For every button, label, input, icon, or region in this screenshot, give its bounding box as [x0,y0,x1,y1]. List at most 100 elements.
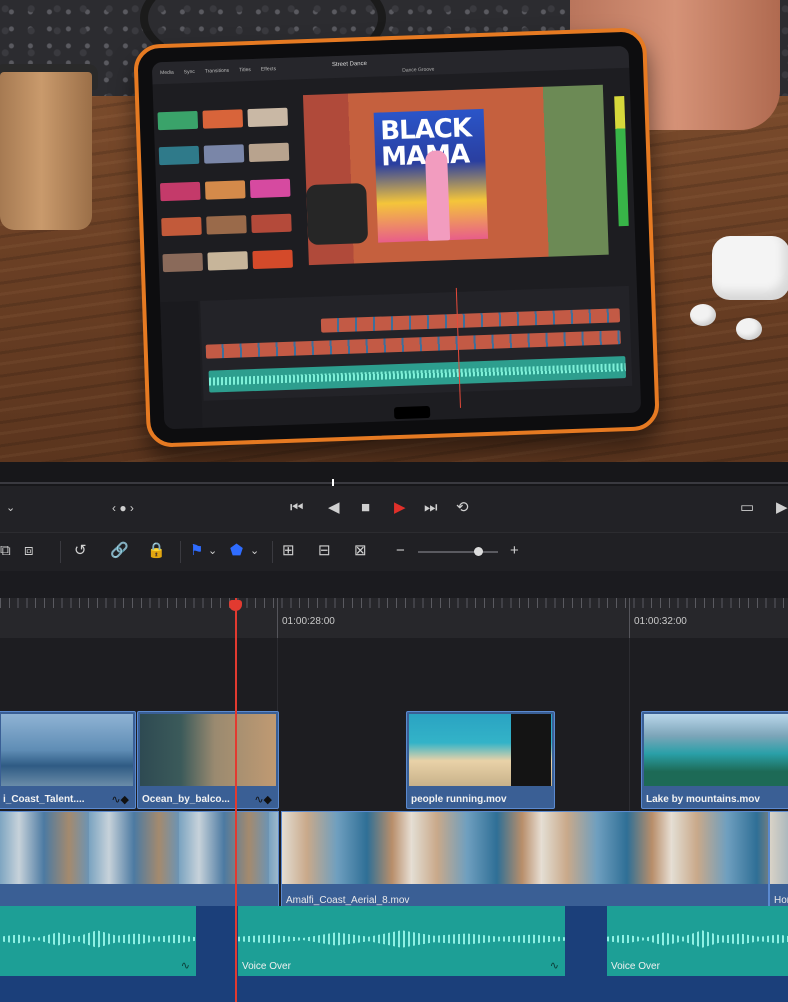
overwrite-clip-icon[interactable]: ⧈ [24,541,34,561]
clip-fx-icon: ∿◆ [254,794,272,806]
audio-clip[interactable]: ∿ [0,906,196,976]
stop-icon[interactable]: ■ [361,498,370,518]
ipad-clip-name: Dance Groove [402,66,435,74]
insert-clip-icon[interactable]: ⧉ [0,541,11,561]
media-thumb [162,252,204,272]
ruler-major-mark [629,598,630,638]
media-thumb [157,110,199,131]
video-clip[interactable]: Amalfi_Coast_Aerial_8.mov [281,811,769,909]
audio-waveform [0,930,196,948]
ipad-audio-meter [614,95,629,227]
timecode-ruler[interactable]: 01:00:28:00 01:00:32:00 [0,598,788,638]
snapping-icon[interactable]: ↺ [74,541,87,561]
zoom-slider-knob[interactable] [474,547,483,556]
marker-dropdown-icon[interactable]: ⌄ [250,541,259,561]
lock-icon[interactable]: 🔒 [147,541,166,561]
audio-clip[interactable]: Voice Over [607,906,788,976]
ipad-audio-clip [208,356,627,393]
zoom-detail-icon[interactable]: ⊟ [318,541,331,561]
viewer-dancer [424,150,451,241]
ipad-track-headers [160,300,203,430]
viewer-car [306,183,369,246]
loop-icon[interactable]: ⟲ [456,498,469,518]
media-thumb [206,215,247,235]
ipad-tab-media: Media [160,69,174,77]
ipad-video-clip [320,308,621,333]
clip-label: Hor [774,895,788,906]
clip-label: Voice Over [242,961,291,972]
scrub-track [0,482,788,484]
transport-controls: ⌄ ‹ ● › ⏮ ◀ ■ ▶ ⏭ ⟲ ▭ ▶ [0,486,788,532]
clip-label: Lake by mountains.mov [646,794,760,805]
media-thumb [249,178,291,198]
link-icon[interactable]: 🔗 [110,541,129,561]
playhead-line[interactable] [235,598,237,1002]
video-clip[interactable]: i_Coast_Talent.... ∿◆ [0,711,136,809]
clip-thumbnail-dark [511,714,551,786]
timeline-tracks: i_Coast_Talent.... ∿◆ Ocean_by_balco... … [0,638,788,1002]
video-clip[interactable]: Lake by mountains.mov [641,711,788,809]
fullscreen-icon[interactable]: ▭ [740,498,754,518]
marker-icon[interactable]: ⬟ [230,541,243,561]
video-clip[interactable]: people running.mov [406,711,555,809]
skip-to-end-icon[interactable]: ⏭ [424,498,438,518]
media-thumb [203,144,245,165]
zoom-slider-track[interactable] [418,551,498,553]
timeline-editor: ⌄ ‹ ● › ⏮ ◀ ■ ▶ ⏭ ⟲ ▭ ▶ ⧉ ⧈ ↺ 🔗 🔒 ⚑ ⌄ ⬟ … [0,462,788,1002]
ipad-tab-titles: Titles [238,66,251,74]
media-thumb [247,107,289,128]
media-thumb [161,216,202,237]
fade-icon: ∿ [180,960,190,972]
video-clip[interactable]: Ocean_by_balco... ∿◆ [137,711,279,809]
zoom-in-icon[interactable]: + [510,541,519,561]
ipad-device: Media Sync Transitions Titles Effects St… [133,27,660,448]
media-thumb [158,146,200,166]
video-clip[interactable]: Hor [769,811,788,909]
ipad-project-name: Street Dance [331,60,368,69]
prev-next-dots-icon[interactable]: ‹ ● › [112,498,134,518]
ruler-major-mark [277,598,278,638]
earbuds-case [712,236,788,300]
coffee-cup [0,72,92,230]
clip-label: Ocean_by_balco... [142,794,230,805]
ipad-timeline [200,285,633,401]
flag-icon[interactable]: ⚑ [190,541,203,561]
ipad-tab-sync: Sync [183,68,195,76]
timecode-label: 01:00:32:00 [634,616,687,627]
zoom-custom-icon[interactable]: ⊠ [354,541,367,561]
ipad-tab-effects: Effects [260,66,277,73]
clip-label: people running.mov [411,794,507,805]
ipad-viewer: BLACK MAMA [302,84,609,266]
ipad-screen: Media Sync Transitions Titles Effects St… [151,45,642,430]
clip-thumbnail [770,812,788,884]
product-photo: Media Sync Transitions Titles Effects St… [0,0,788,462]
next-frame-icon[interactable]: ▶ [776,498,788,518]
audio-clip[interactable]: Voice Over ∿ [238,906,565,976]
ipad-media-pool [157,107,293,282]
ruler-ticks [0,598,788,608]
toolbar-divider [60,541,61,563]
ipad-dock [393,405,431,420]
zoom-out-icon[interactable]: − [396,541,405,561]
clip-thumbnail [282,812,768,884]
chevron-down-icon[interactable]: ⌄ [6,498,15,518]
flag-dropdown-icon[interactable]: ⌄ [208,541,217,561]
clip-label: Amalfi_Coast_Aerial_8.mov [286,895,410,906]
clip-thumbnail [140,714,276,786]
clip-label: Voice Over [611,961,660,972]
step-back-icon[interactable]: ◀ [328,498,340,518]
toolbar-gap [0,571,788,598]
media-thumb [159,181,201,201]
play-icon[interactable]: ▶ [394,498,406,518]
clip-label: i_Coast_Talent.... [3,794,85,805]
clip-thumbnail [644,714,788,786]
ipad-video-clip [205,330,621,359]
zoom-full-icon[interactable]: ⊞ [282,541,295,561]
clip-fx-icon: ∿◆ [111,794,129,806]
scrub-bar[interactable] [0,462,788,488]
video-clip[interactable] [0,811,279,909]
toolbar-divider [180,541,181,563]
clip-thumbnail [1,714,133,786]
media-thumb [202,109,244,129]
skip-to-start-icon[interactable]: ⏮ [290,498,304,518]
